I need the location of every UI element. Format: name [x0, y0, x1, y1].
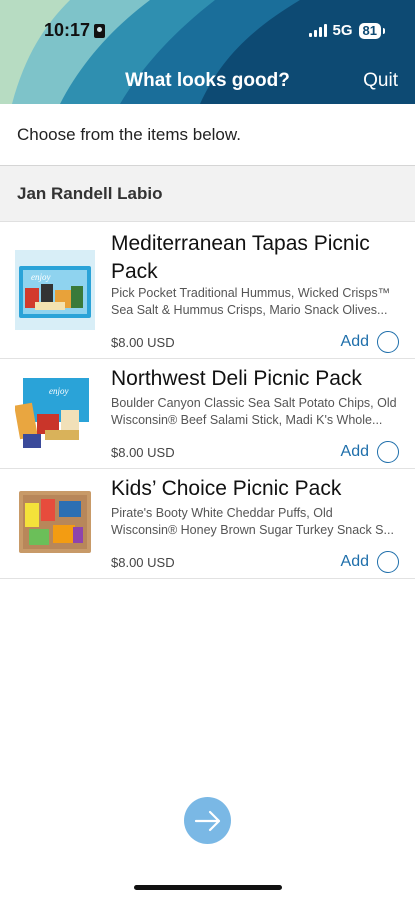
- radio-unchecked-icon[interactable]: [377, 551, 399, 573]
- box-text: enjoy: [31, 272, 51, 282]
- item-description: Boulder Canyon Classic Sea Salt Potato C…: [111, 396, 397, 427]
- item-price: $8.00 USD: [111, 555, 175, 570]
- battery-level: 81: [362, 22, 377, 38]
- add-button[interactable]: Add: [341, 443, 369, 461]
- id-card-icon: [94, 23, 106, 38]
- quit-button[interactable]: Quit: [363, 70, 398, 92]
- box-text: enjoy: [49, 386, 69, 396]
- product-image: [15, 483, 95, 563]
- status-bar-time: 10:17: [44, 20, 106, 41]
- passenger-name-header: Jan Randell Labio: [0, 166, 415, 222]
- item-title: Mediterranean Tapas Picnic Pack: [111, 232, 370, 283]
- next-button[interactable]: [184, 797, 231, 844]
- product-image: enjoy: [15, 374, 95, 454]
- instructions-text: Choose from the items below.: [0, 104, 415, 166]
- network-label: 5G: [332, 22, 353, 39]
- list-item: Kids’ Choice Picnic Pack Pirate's Booty …: [0, 469, 415, 579]
- add-button[interactable]: Add: [341, 333, 369, 351]
- home-indicator: [134, 885, 282, 890]
- item-price: $8.00 USD: [111, 335, 175, 350]
- item-title: Kids’ Choice Picnic Pack: [111, 477, 342, 500]
- status-bar-right: 5G 81: [308, 22, 386, 39]
- cellular-signal-icon: [308, 24, 327, 37]
- radio-unchecked-icon[interactable]: [377, 441, 399, 463]
- item-description: Pick Pocket Traditional Hummus, Wicked C…: [111, 286, 391, 317]
- battery-icon: 81: [358, 22, 386, 39]
- arrow-right-icon: [194, 810, 220, 831]
- list-item: enjoy Mediterranean Tapas Picnic Pack Pi…: [0, 222, 415, 359]
- list-item: enjoy Northwest Deli Picnic Pack Boulder…: [0, 359, 415, 469]
- app-header: 10:17 5G 81 What looks good? Quit: [0, 0, 415, 104]
- page-title: What looks good?: [125, 70, 290, 91]
- radio-unchecked-icon[interactable]: [377, 331, 399, 353]
- time-label: 10:17: [44, 20, 91, 40]
- item-description: Pirate's Booty White Cheddar Puffs, Old …: [111, 506, 394, 537]
- product-image: enjoy: [15, 250, 95, 330]
- item-price: $8.00 USD: [111, 445, 175, 460]
- item-title: Northwest Deli Picnic Pack: [111, 367, 362, 390]
- add-button[interactable]: Add: [341, 553, 369, 571]
